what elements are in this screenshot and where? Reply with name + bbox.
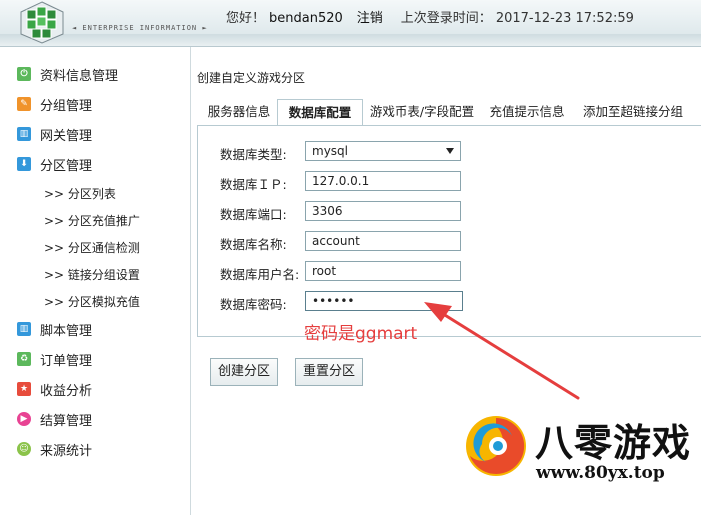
db-port-input[interactable]: 3306 xyxy=(305,201,461,221)
password-annotation: 密码是ggmart xyxy=(304,324,418,344)
reset-zone-button[interactable]: 重置分区 xyxy=(295,358,364,386)
greeting-text: 您好！ xyxy=(226,11,266,26)
top-band xyxy=(0,34,701,47)
db-name-label: 数据库名称: xyxy=(220,237,287,252)
subitem-zone-list[interactable]: >> 分区列表 xyxy=(44,185,116,202)
tab-database-config[interactable]: 数据库配置 xyxy=(277,99,363,128)
chevron-down-icon xyxy=(446,148,454,154)
page-title: 创建自定义游戏分区 xyxy=(197,71,306,85)
play-icon: ▶ xyxy=(17,412,31,426)
swirl-logo-icon xyxy=(466,416,526,476)
db-password-input[interactable]: •••••• xyxy=(305,291,463,311)
sidebar-item-scripts[interactable]: ▥ 脚本管理 xyxy=(17,319,92,339)
sidebar-item-label: 结算管理 xyxy=(40,413,93,429)
sidebar-item-orders[interactable]: ♻ 订单管理 xyxy=(17,349,92,369)
sidebar-item-label: 分区管理 xyxy=(40,158,93,174)
sidebar-item-label: 资料信息管理 xyxy=(40,68,119,84)
power-icon: ⏻ xyxy=(17,67,31,81)
db-type-value: mysql xyxy=(312,144,348,158)
sidebar-item-gateway[interactable]: ▥ 网关管理 xyxy=(17,124,92,144)
last-login-time: 2017-12-23 17:52:59 xyxy=(495,11,634,26)
logout-link[interactable]: 注销 xyxy=(357,11,383,26)
subitem-zone-sim-recharge[interactable]: >> 分区模拟充值 xyxy=(44,293,140,310)
last-login-label: 上次登录时间： xyxy=(400,11,492,26)
db-type-select[interactable]: mysql xyxy=(305,141,461,161)
app-logo xyxy=(20,1,64,44)
watermark-name: 八零游戏 xyxy=(535,421,692,465)
db-config-panel: 数据库类型: mysql 数据库ＩＰ: 127.0.0.1 数据库端口: 330… xyxy=(197,125,701,337)
user-bar: 您好！ bendan520 注销 上次登录时间： 2017-12-23 17:52:59 xyxy=(226,7,638,26)
sidebar-item-profile[interactable]: ⏻ 资料信息管理 xyxy=(17,64,118,84)
watermark-url: www.80yx.top xyxy=(536,463,665,483)
sidebar-item-revenue[interactable]: ★ 收益分析 xyxy=(17,379,92,399)
username: bendan520 xyxy=(269,11,343,26)
tab-currency-table-config[interactable]: 游戏币表/字段配置 xyxy=(369,99,475,125)
db-user-label: 数据库用户名: xyxy=(220,267,300,282)
tab-bar: 服务器信息 数据库配置 游戏币表/字段配置 充值提示信息 添加至超链接分组 xyxy=(191,99,701,128)
sidebar-item-label: 分组管理 xyxy=(40,98,93,114)
smile-icon: ☺ xyxy=(17,442,31,456)
subitem-link-group-settings[interactable]: >> 链接分组设置 xyxy=(44,266,140,283)
db-ip-input[interactable]: 127.0.0.1 xyxy=(305,171,461,191)
watermark-brand: 八零游戏 www.80yx.top xyxy=(462,410,701,515)
subitem-zone-comm-check[interactable]: >> 分区通信检测 xyxy=(44,239,140,256)
subitem-zone-recharge-promo[interactable]: >> 分区充值推广 xyxy=(44,212,140,229)
sidebar-item-groups[interactable]: ✎ 分组管理 xyxy=(17,94,92,114)
download-icon: ⬇ xyxy=(17,157,31,171)
sidebar-item-source-stats[interactable]: ☺ 来源统计 xyxy=(17,439,92,459)
db-type-label: 数据库类型: xyxy=(220,147,287,162)
db-user-input[interactable]: root xyxy=(305,261,461,281)
sidebar-item-label: 脚本管理 xyxy=(40,323,93,339)
pencil-icon: ✎ xyxy=(17,97,31,111)
sidebar-item-label: 订单管理 xyxy=(40,353,93,369)
db-password-label: 数据库密码: xyxy=(220,297,287,312)
sidebar-item-zones[interactable]: ⬇ 分区管理 xyxy=(17,154,92,174)
sidebar: ⏻ 资料信息管理 ✎ 分组管理 ▥ 网关管理 ⬇ 分区管理 >> 分区列表 >>… xyxy=(0,47,191,515)
sidebar-item-label: 网关管理 xyxy=(40,128,93,144)
grid-icon: ▥ xyxy=(17,127,31,141)
logo-tagline: ◄ ENTERPRISE INFORMATION ► xyxy=(72,24,208,32)
recycle-icon: ♻ xyxy=(17,352,31,366)
sidebar-item-label: 收益分析 xyxy=(40,383,93,399)
sidebar-item-settlement[interactable]: ▶ 结算管理 xyxy=(17,409,92,429)
db-port-label: 数据库端口: xyxy=(220,207,287,222)
tab-add-to-link-group[interactable]: 添加至超链接分组 xyxy=(581,99,685,125)
tab-server-info[interactable]: 服务器信息 xyxy=(199,99,279,125)
tab-recharge-tips[interactable]: 充值提示信息 xyxy=(487,99,567,125)
db-name-input[interactable]: account xyxy=(305,231,461,251)
star-icon: ★ xyxy=(17,382,31,396)
db-ip-label: 数据库ＩＰ: xyxy=(220,177,287,192)
grid-icon: ▥ xyxy=(17,322,31,336)
create-zone-button[interactable]: 创建分区 xyxy=(210,358,279,386)
sidebar-item-label: 来源统计 xyxy=(40,443,93,459)
